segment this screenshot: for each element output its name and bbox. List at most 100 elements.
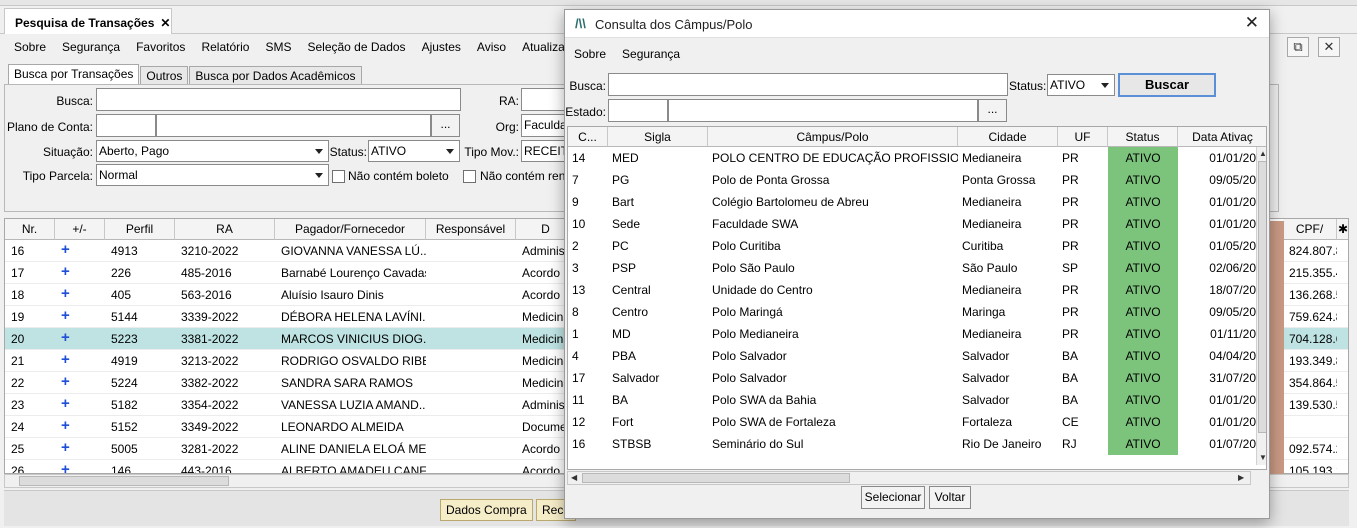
cell-data-ativacao: 01/07/20 (1209, 437, 1256, 451)
grid-scroll-thumb[interactable] (19, 476, 229, 486)
situacao-select[interactable]: Aberto, Pago (96, 140, 329, 162)
grid-settings-icon[interactable]: ✱ (1337, 219, 1348, 240)
nao-contem-ren-checkbox[interactable] (463, 170, 476, 183)
cell-sigla: PC (612, 239, 629, 253)
busca-input[interactable] (96, 88, 461, 111)
table-row[interactable]: 17 Salvador Polo Salvador Salvador BA ATIVO 31… (568, 367, 1256, 389)
estado-code-input[interactable] (608, 99, 668, 122)
menu-aviso[interactable]: Aviso (469, 40, 514, 54)
tab-busca-transacoes[interactable]: Busca por Transações (8, 64, 140, 85)
table-row[interactable]: 7 PG Polo de Ponta Grossa Ponta Grossa PR ATI… (568, 169, 1256, 191)
tab-outros[interactable]: Outros (140, 66, 189, 85)
menu-selecao-dados[interactable]: Seleção de Dados (299, 40, 413, 54)
expand-plus-icon[interactable]: + (55, 350, 105, 372)
menu-ajustes[interactable]: Ajustes (414, 40, 469, 54)
expand-plus-icon[interactable]: + (55, 306, 105, 328)
col-header-status[interactable]: Status (1108, 127, 1178, 147)
dialog-menu-sobre[interactable]: Sobre (566, 47, 614, 61)
expand-plus-icon[interactable]: + (55, 328, 105, 350)
table-row[interactable]: 9 Bart Colégio Bartolomeu de Abreu Medianei… (568, 191, 1256, 213)
dialog-busca-input[interactable] (608, 73, 1008, 96)
table-row[interactable]: 1 MD Polo Medianeira Medianeira PR ATIVO 01/11… (568, 323, 1256, 345)
cell-campus: Polo de Ponta Grossa (712, 173, 830, 187)
tab-pesquisa-transacoes[interactable]: Pesquisa de Transações ✕ (4, 8, 172, 34)
col-header-data-ativacao[interactable]: Data Ativaç (1178, 127, 1266, 147)
table-row[interactable]: 11 BA Polo SWA da Bahia Salvador BA ATIVO 01/0… (568, 389, 1256, 411)
col-header-codigo[interactable]: C... (568, 127, 608, 147)
table-row[interactable]: 2 PC Polo Curitiba Curitiba PR ATIVO 01/05/20 (568, 235, 1256, 257)
col-header-perfil[interactable]: Perfil (105, 219, 175, 240)
scroll-down-icon[interactable]: ▼ (1259, 453, 1266, 462)
scroll-left-icon[interactable]: ◀ (571, 473, 577, 482)
cell-campus: POLO CENTRO DE EDUCAÇÃO PROFISSION... (712, 151, 958, 165)
table-row[interactable]: 8 Centro Polo Maringá Maringa PR ATIVO 09/05/2… (568, 301, 1256, 323)
table-row[interactable]: 13 Central Unidade do Centro Medianeira PR AT… (568, 279, 1256, 301)
close-icon[interactable]: ✕ (160, 16, 170, 30)
expand-plus-icon[interactable]: + (55, 460, 105, 473)
cell-cpf: 092.574.2 (1289, 442, 1337, 456)
dados-compra-button[interactable]: Dados Compra (440, 499, 533, 521)
campus-vertical-scrollbar[interactable]: ▲ ▼ (1256, 147, 1266, 465)
table-row[interactable]: 3 PSP Polo São Paulo São Paulo SP ATIVO 02/06/… (568, 257, 1256, 279)
campus-horizontal-scrollbar[interactable]: ◀ ▶ (567, 471, 1251, 485)
top-strip (0, 0, 1357, 6)
org-input[interactable]: Faculda (521, 114, 565, 137)
plano-conta-code-input[interactable] (96, 114, 156, 137)
dialog-menu-seguranca[interactable]: Segurança (614, 47, 688, 61)
scroll-up-icon[interactable]: ▲ (1259, 149, 1266, 158)
menu-relatorio[interactable]: Relatório (193, 40, 257, 54)
tipo-parcela-select[interactable]: Normal (96, 164, 329, 186)
dialog-status-select[interactable]: ATIVO (1047, 74, 1115, 96)
col-header-nr[interactable]: Nr. (5, 219, 55, 240)
col-header-ra[interactable]: RA (175, 219, 275, 240)
col-header-cidade[interactable]: Cidade (958, 127, 1058, 147)
table-row[interactable]: 16 STBSB Seminário do Sul Rio De Janeiro RJ A… (568, 433, 1256, 455)
dialog-menubar: Sobre Segurança (566, 43, 688, 65)
table-row[interactable]: 10 Sede Faculdade SWA Medianeira PR ATIVO 01/0… (568, 213, 1256, 235)
plano-conta-lookup-button[interactable]: ... (431, 114, 460, 137)
menu-sobre[interactable]: Sobre (6, 40, 54, 54)
col-header-campus[interactable]: Câmpus/Polo (708, 127, 958, 147)
campus-vscroll-thumb[interactable] (1258, 161, 1266, 433)
estado-name-input[interactable] (668, 99, 978, 122)
menu-seguranca[interactable]: Segurança (54, 40, 128, 54)
plano-conta-desc-input[interactable] (156, 114, 431, 137)
expand-plus-icon[interactable]: + (55, 372, 105, 394)
col-header-sigla[interactable]: Sigla (608, 127, 708, 147)
voltar-button[interactable]: Voltar (929, 486, 971, 509)
buscar-button[interactable]: Buscar (1118, 73, 1216, 97)
tipo-mov-select[interactable]: RECEITA (521, 140, 565, 162)
status-select[interactable]: ATIVO (368, 140, 460, 162)
cell-cidade: Salvador (962, 349, 1010, 363)
expand-plus-icon[interactable]: + (55, 394, 105, 416)
col-header-pagador[interactable]: Pagador/Fornecedor (275, 219, 426, 240)
col-header-plusminus[interactable]: +/- (55, 219, 105, 240)
cell-cidade: Medianeira (962, 151, 1022, 165)
close-window-icon[interactable]: ✕ (1318, 37, 1340, 57)
table-row[interactable]: 12 Fort Polo SWA de Fortaleza Fortaleza CE AT… (568, 411, 1256, 433)
campus-hscroll-thumb[interactable] (582, 473, 850, 483)
nao-contem-boleto-checkbox[interactable] (332, 170, 345, 183)
ra-input[interactable] (521, 88, 565, 111)
cell-data-ativacao: 04/04/20 (1209, 349, 1256, 363)
menu-sms[interactable]: SMS (257, 40, 299, 54)
table-row[interactable]: 4 PBA Polo Salvador Salvador BA ATIVO 04/04/20 (568, 345, 1256, 367)
tab-busca-academicos[interactable]: Busca por Dados Acadêmicos (189, 66, 362, 85)
menu-favoritos[interactable]: Favoritos (128, 40, 193, 54)
cell-campus: Unidade do Centro (712, 283, 813, 297)
dialog-busca-label: Busca: (569, 79, 606, 93)
selecionar-button[interactable]: Selecionar (861, 486, 925, 509)
expand-plus-icon[interactable]: + (55, 240, 105, 262)
col-header-cpf[interactable]: CPF/ (1283, 219, 1337, 240)
scroll-right-icon[interactable]: ▶ (1238, 473, 1244, 482)
col-header-uf[interactable]: UF (1058, 127, 1108, 147)
close-icon[interactable]: ✕ (1245, 13, 1259, 33)
table-row[interactable]: 14 MED POLO CENTRO DE EDUCAÇÃO PROFISSION… (568, 147, 1256, 169)
col-header-responsavel[interactable]: Responsável (426, 219, 516, 240)
estado-lookup-button[interactable]: ... (978, 99, 1007, 122)
expand-plus-icon[interactable]: + (55, 284, 105, 306)
external-window-icon[interactable]: ⧉ (1287, 37, 1309, 57)
expand-plus-icon[interactable]: + (55, 262, 105, 284)
expand-plus-icon[interactable]: + (55, 438, 105, 460)
expand-plus-icon[interactable]: + (55, 416, 105, 438)
